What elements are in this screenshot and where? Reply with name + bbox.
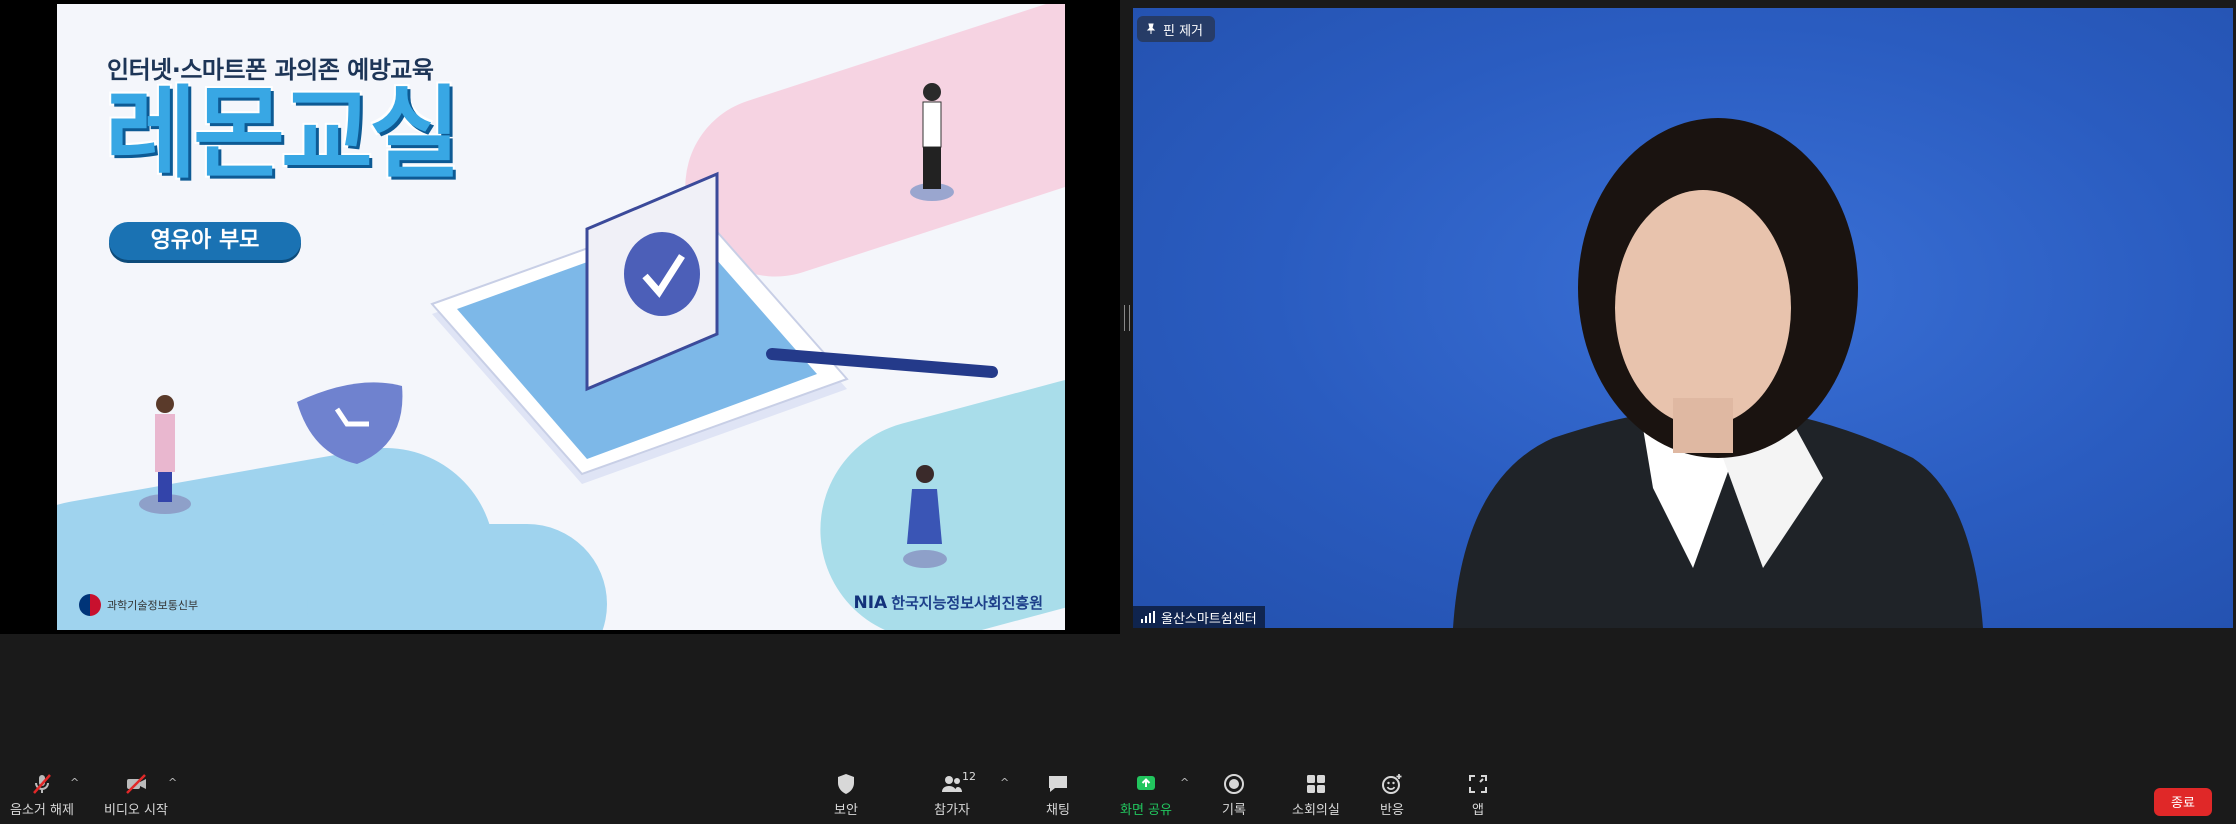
unmute-button[interactable]: 음소거 해제 [10,772,74,818]
shield-icon [838,774,854,794]
slide-title: 레몬교실 [105,75,461,192]
participants-button[interactable]: 참가자 12 [934,770,976,818]
signal-strength-icon [1141,611,1155,623]
security-label: 보안 [834,803,858,818]
participant-name-tag: 울산스마트쉼센터 [1133,606,1265,628]
people-icon [941,776,962,792]
participants-options-caret[interactable]: ^ [1000,776,1009,789]
participants-label: 참가자 [934,803,970,818]
apps-icon [1469,775,1487,793]
start-video-button[interactable]: 비디오 시작 [104,772,168,818]
security-button[interactable]: 보안 [834,772,858,818]
breakout-rooms-button[interactable]: 소회의실 [1292,772,1340,818]
unpin-label: 핀 제거 [1163,23,1204,39]
end-meeting-button[interactable]: 종료 [2154,788,2212,816]
unmute-label: 음소거 해제 [10,803,74,818]
start-video-label: 비디오 시작 [104,803,168,818]
reactions-label: 반응 [1380,803,1404,818]
ministry-name: 과학기술정보통신부 [107,599,199,612]
pin-icon [1146,23,1156,34]
audio-options-caret[interactable]: ^ [70,776,79,789]
pane-resize-handle[interactable] [1124,305,1130,331]
unpin-button[interactable]: 핀 제거 [1137,16,1216,42]
agency-name: 한국지능정보사회진흥원 [891,594,1043,612]
chat-label: 채팅 [1046,803,1070,818]
record-icon [1224,774,1244,794]
agency-logo-mark: NIA [853,593,888,613]
share-screen-label: 화면 공유 [1120,803,1172,818]
share-screen-icon [1136,776,1155,790]
participants-count: 12 [962,770,976,783]
share-screen-button[interactable]: 화면 공유 [1120,772,1172,818]
government-emblem-icon [79,594,101,616]
ministry-logo: 과학기술정보통신부 [79,594,198,616]
screen-share-pane: 인터넷·스마트폰 과의존 예방교육 레몬교실 영유아 부모 과학기술정보통신부 … [0,0,1120,634]
grid-icon [1306,775,1325,793]
agency-logo: NIA 한국지능정보사회진흥원 [853,592,1043,613]
apps-button[interactable]: 앱 [1466,772,1490,818]
breakout-rooms-label: 소회의실 [1292,803,1340,818]
chat-bubble-icon [1049,776,1067,792]
camera-off-icon [126,774,146,794]
participant-video[interactable]: 핀 제거 울산스마트쉼센터 [1133,8,2233,628]
chat-button[interactable]: 채팅 [1046,772,1070,818]
record-label: 기록 [1222,803,1246,818]
participant-silhouette [1453,118,1983,628]
share-options-caret[interactable]: ^ [1180,776,1189,789]
apps-label: 앱 [1472,803,1484,818]
presentation-slide: 인터넷·스마트폰 과의존 예방교육 레몬교실 영유아 부모 과학기술정보통신부 … [57,4,1065,630]
meeting-toolbar: 음소거 해제 ^ 비디오 시작 ^ 보안 참가자 12 ^ 채팅 화면 공유 ^… [0,770,2236,824]
video-options-caret[interactable]: ^ [168,776,177,789]
record-button[interactable]: 기록 [1222,772,1246,818]
participant-name: 울산스마트쉼센터 [1161,611,1257,627]
slide-badge: 영유아 부모 [109,222,301,260]
reactions-button[interactable]: 반응 [1380,772,1404,818]
microphone-muted-icon [33,774,51,794]
smiley-icon [1382,774,1402,794]
